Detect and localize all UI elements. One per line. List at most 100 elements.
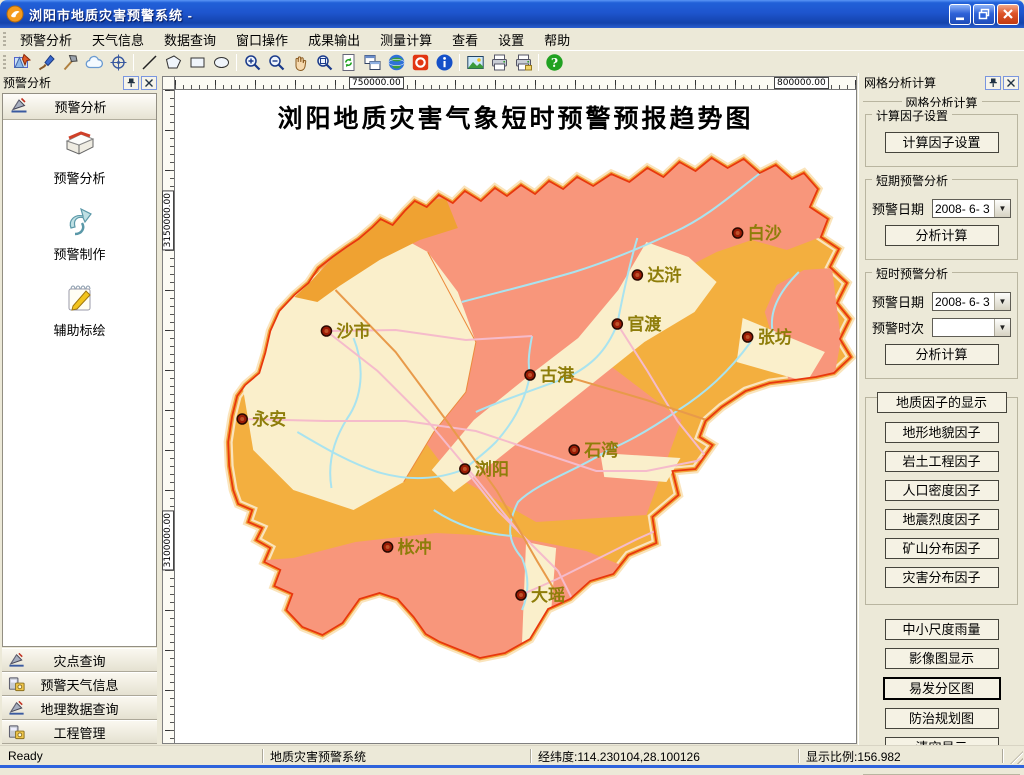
zoom-out-icon[interactable] bbox=[264, 52, 288, 73]
menu-item-3[interactable]: 窗口操作 bbox=[226, 27, 298, 52]
display-button-1[interactable]: 影像图显示 bbox=[885, 648, 999, 669]
cloud-icon[interactable] bbox=[82, 52, 106, 73]
left-panel: 预警分析 预警分析 预警分析预警制作辅助标绘 灾点查询预警天气信息地理数据查询工… bbox=[0, 73, 160, 745]
rectangle-icon[interactable] bbox=[185, 52, 209, 73]
menu-item-6[interactable]: 查看 bbox=[442, 27, 488, 52]
display-button-3[interactable]: 防治规划图 bbox=[885, 708, 999, 729]
map-svg[interactable]: 白沙达浒官渡张坊沙市古港永安石湾浏阳枨冲大瑶 bbox=[175, 90, 856, 743]
panel-bottom-bar-0[interactable]: 灾点查询 bbox=[2, 648, 157, 672]
locate-icon[interactable] bbox=[106, 52, 130, 73]
panel-item-0[interactable]: 预警分析 bbox=[3, 128, 156, 187]
city-marker-center bbox=[736, 231, 740, 235]
factor-button-1[interactable]: 岩土工程因子 bbox=[885, 451, 999, 472]
restore-button[interactable] bbox=[973, 4, 995, 25]
menu-item-7[interactable]: 设置 bbox=[488, 27, 534, 52]
panel-bottom-bar-1[interactable]: 预警天气信息 bbox=[2, 672, 157, 696]
short-term-group-label: 短期预警分析 bbox=[872, 172, 952, 189]
ellipse-icon[interactable] bbox=[209, 52, 233, 73]
factor-button-0[interactable]: 地形地貌因子 bbox=[885, 422, 999, 443]
menu-item-5[interactable]: 测量计算 bbox=[370, 27, 442, 52]
menu-item-4[interactable]: 成果输出 bbox=[298, 27, 370, 52]
close-button[interactable] bbox=[997, 4, 1019, 25]
minimize-button[interactable] bbox=[949, 4, 971, 25]
panel-item-1[interactable]: 预警制作 bbox=[3, 204, 156, 263]
factor-button-4[interactable]: 矿山分布因子 bbox=[885, 538, 999, 559]
panel-bottom-bar-2[interactable]: 地理数据查询 bbox=[2, 696, 157, 720]
display-button-0[interactable]: 中小尺度雨量 bbox=[885, 619, 999, 640]
menu-item-1[interactable]: 天气信息 bbox=[82, 27, 154, 52]
status-bar: Ready 地质灾害预警系统 经纬度:114.230104,28.100126 … bbox=[0, 745, 1024, 765]
short-time-period-label: 预警时次 bbox=[872, 318, 932, 337]
short-time-date-combobox[interactable]: 2008- 6- 3 ▼ bbox=[932, 292, 1011, 311]
info-icon[interactable] bbox=[432, 52, 456, 73]
factor-button-2[interactable]: 人口密度因子 bbox=[885, 480, 999, 501]
print-icon[interactable] bbox=[487, 52, 511, 73]
pan-icon[interactable] bbox=[288, 52, 312, 73]
city-label: 沙市 bbox=[336, 321, 370, 341]
brush-icon[interactable] bbox=[34, 52, 58, 73]
chevron-down-icon[interactable]: ▼ bbox=[994, 200, 1010, 217]
copy-window-icon[interactable] bbox=[360, 52, 384, 73]
left-panel-section-header[interactable]: 预警分析 bbox=[3, 94, 156, 120]
close-icon bbox=[144, 78, 154, 88]
factor-button-3[interactable]: 地震烈度因子 bbox=[885, 509, 999, 530]
chevron-down-icon[interactable]: ▼ bbox=[994, 293, 1010, 310]
stop-icon[interactable] bbox=[408, 52, 432, 73]
map-area: 750000.00800000.00 3150000.003100000.00 bbox=[160, 73, 858, 745]
toolbar-grip[interactable] bbox=[3, 55, 6, 70]
zoom-window-icon[interactable] bbox=[312, 52, 336, 73]
left-panel-title: 预警分析 bbox=[3, 74, 121, 91]
menu-item-8[interactable]: 帮助 bbox=[534, 27, 580, 52]
short-time-analyze-button[interactable]: 分析计算 bbox=[885, 344, 999, 365]
hammer-icon[interactable] bbox=[58, 52, 82, 73]
short-time-warning-group: 短时预警分析 预警日期 2008- 6- 3 ▼ 预警时次 ▼ 分析计算 bbox=[865, 272, 1018, 379]
city-label: 古港 bbox=[540, 365, 575, 385]
left-panel-close-button[interactable] bbox=[141, 76, 157, 90]
right-panel-close-button[interactable] bbox=[1003, 76, 1019, 90]
panel-bottom-bar-3[interactable]: 工程管理 bbox=[2, 720, 157, 744]
zoom-in-icon[interactable] bbox=[240, 52, 264, 73]
chevron-down-icon[interactable]: ▼ bbox=[994, 319, 1010, 336]
panel-item-2[interactable]: 辅助标绘 bbox=[3, 280, 156, 339]
left-panel-content: 预警分析 预警分析预警制作辅助标绘 bbox=[2, 93, 157, 647]
status-scale: 显示比例:156.982 bbox=[800, 748, 1000, 764]
globe-icon[interactable] bbox=[384, 52, 408, 73]
factor-setting-button[interactable]: 计算因子设置 bbox=[885, 132, 999, 153]
panel-item-label: 预警分析 bbox=[3, 168, 156, 187]
menu-item-2[interactable]: 数据查询 bbox=[154, 27, 226, 52]
pin-icon bbox=[987, 77, 999, 89]
city-label: 张坊 bbox=[758, 327, 792, 347]
image-icon[interactable] bbox=[463, 52, 487, 73]
factor-button-5[interactable]: 灾害分布因子 bbox=[885, 567, 999, 588]
menu-item-0[interactable]: 预警分析 bbox=[10, 27, 82, 52]
pin-button[interactable] bbox=[123, 76, 139, 90]
print-setup-icon[interactable] bbox=[511, 52, 535, 73]
city-marker-center bbox=[746, 335, 750, 339]
toolbar-separator bbox=[133, 54, 134, 71]
short-term-date-combobox[interactable]: 2008- 6- 3 ▼ bbox=[932, 199, 1011, 218]
refresh-icon[interactable] bbox=[336, 52, 360, 73]
short-time-period-value bbox=[933, 319, 994, 336]
title-bar[interactable]: 浏阳市地质灾害预警系统 - bbox=[0, 0, 1024, 28]
close-icon bbox=[1006, 78, 1016, 88]
help-icon[interactable]: ? bbox=[542, 52, 566, 73]
right-panel: 网格分析计算 网格分析计算 计算因子设置 计算因子设置 短期预警分析 预警日期 … bbox=[858, 73, 1024, 745]
right-panel-header: 网格分析计算 bbox=[861, 73, 1022, 92]
resize-grip[interactable] bbox=[1010, 751, 1023, 764]
city-marker-center bbox=[240, 417, 244, 421]
map-canvas[interactable]: 白沙达浒官渡张坊沙市古港永安石湾浏阳枨冲大瑶 浏阳地质灾害气象短时预警预报趋势图 bbox=[175, 90, 856, 743]
toolbar-separator bbox=[459, 54, 460, 71]
short-term-analyze-button[interactable]: 分析计算 bbox=[885, 225, 999, 246]
menu-grip[interactable] bbox=[3, 32, 6, 47]
short-time-date-value: 2008- 6- 3 bbox=[933, 293, 994, 310]
pin-button[interactable] bbox=[985, 76, 1001, 90]
short-time-period-combobox[interactable]: ▼ bbox=[932, 318, 1011, 337]
geo-factor-display-button[interactable]: 地质因子的显示 bbox=[877, 392, 1007, 413]
sextant-icon bbox=[10, 96, 28, 117]
display-button-2[interactable]: 易发分区图 bbox=[883, 677, 1001, 700]
city-marker-center bbox=[528, 373, 532, 377]
line-icon[interactable] bbox=[137, 52, 161, 73]
polygon-icon[interactable] bbox=[161, 52, 185, 73]
short-term-date-label: 预警日期 bbox=[872, 199, 932, 218]
map-pick-icon[interactable] bbox=[10, 52, 34, 73]
